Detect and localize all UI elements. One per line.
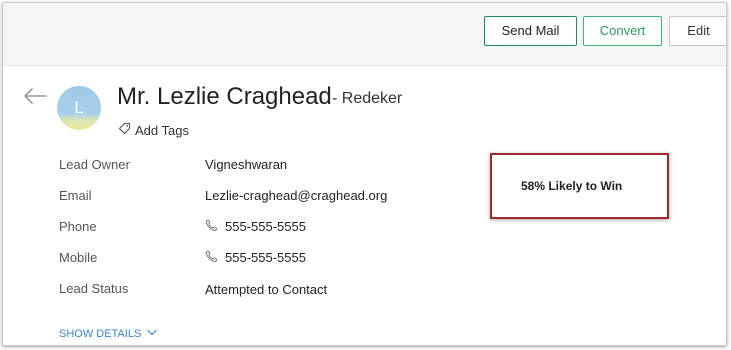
show-details-label[interactable]: SHOW DETAILS	[59, 328, 141, 340]
lead-detail-panel: Send Mail Convert Edit L Mr. Lezlie Crag…	[2, 2, 727, 346]
mobile-value[interactable]: 555-555-5555	[225, 250, 306, 265]
win-likelihood-card: 58% Likely to Win	[490, 153, 669, 219]
mobile-label: Mobile	[59, 250, 98, 265]
tag-icon[interactable]	[118, 122, 131, 135]
win-likelihood-text: 58% Likely to Win	[521, 179, 623, 193]
lead-owner-label: Lead Owner	[59, 157, 130, 172]
lead-company: - Redeker	[332, 90, 403, 107]
lead-status-value: Attempted to Contact	[205, 282, 328, 297]
lead-status-label: Lead Status	[59, 281, 129, 296]
phone-field[interactable]: 555-555-5555	[205, 219, 306, 234]
edit-button[interactable]: Edit	[669, 16, 726, 46]
action-toolbar: Send Mail Convert Edit	[3, 3, 726, 66]
avatar: L	[57, 86, 101, 130]
phone-value[interactable]: 555-555-5555	[225, 219, 306, 234]
send-mail-button[interactable]: Send Mail	[484, 16, 577, 46]
phone-label: Phone	[59, 219, 97, 234]
mobile-field[interactable]: 555-555-5555	[205, 250, 306, 265]
show-details-link[interactable]: SHOW DETAILS	[59, 328, 157, 340]
phone-icon	[205, 250, 218, 262]
phone-icon	[205, 219, 218, 231]
back-arrow-icon[interactable]	[22, 87, 48, 105]
convert-button[interactable]: Convert	[583, 16, 662, 46]
add-tags-link[interactable]: Add Tags	[135, 123, 189, 138]
email-label: Email	[59, 188, 92, 203]
email-value[interactable]: Lezlie-craghead@craghead.org	[205, 188, 387, 203]
chevron-down-icon[interactable]	[147, 329, 157, 336]
lead-owner-value: Vigneshwaran	[205, 157, 288, 172]
avatar-letter: L	[74, 98, 84, 117]
lead-name: Mr. Lezlie Craghead	[117, 83, 332, 110]
